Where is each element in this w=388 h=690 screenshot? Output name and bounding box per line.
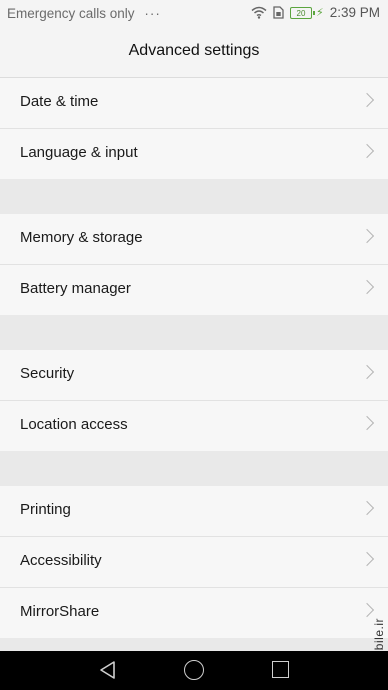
- status-bar: Emergency calls only ··· 20 ⚡ 2:39 PM: [0, 0, 388, 28]
- page-title: Advanced settings: [128, 42, 260, 59]
- chevron-right-icon: [359, 602, 375, 618]
- battery-icon: 20: [289, 6, 315, 19]
- settings-item-date-time[interactable]: Date & time: [0, 78, 388, 129]
- sim-icon: [273, 6, 284, 19]
- settings-item-label: Battery manager: [20, 280, 131, 297]
- chevron-right-icon: [359, 551, 375, 567]
- settings-item-label: Location access: [20, 416, 128, 433]
- settings-item-language-input[interactable]: Language & input: [0, 129, 388, 179]
- navigation-bar: [0, 651, 388, 690]
- settings-item-label: MirrorShare: [20, 603, 100, 620]
- settings-group-1: Date & time Language & input: [0, 78, 388, 179]
- wifi-icon: [251, 6, 267, 19]
- chevron-right-icon: [359, 92, 375, 108]
- back-icon[interactable]: [98, 660, 118, 680]
- emergency-status-text: Emergency calls only: [7, 6, 135, 21]
- chevron-right-icon: [359, 415, 375, 431]
- settings-item-accessibility[interactable]: Accessibility: [0, 537, 388, 588]
- settings-item-label: Date & time: [20, 93, 99, 110]
- chevron-right-icon: [359, 279, 375, 295]
- settings-group-3: Security Location access: [0, 350, 388, 451]
- settings-item-label: Printing: [20, 501, 71, 518]
- clock: 2:39 PM: [329, 5, 380, 20]
- settings-item-battery-manager[interactable]: Battery manager: [0, 265, 388, 315]
- settings-item-label: Memory & storage: [20, 229, 143, 246]
- settings-item-security[interactable]: Security: [0, 350, 388, 401]
- settings-item-location-access[interactable]: Location access: [0, 401, 388, 451]
- status-left: Emergency calls only ···: [7, 6, 161, 21]
- settings-item-mirrorshare[interactable]: MirrorShare: [0, 588, 388, 638]
- charging-icon: ⚡: [315, 7, 324, 19]
- settings-group-2: Memory & storage Battery manager: [0, 214, 388, 315]
- recents-icon[interactable]: [272, 661, 289, 678]
- settings-item-label: Language & input: [20, 144, 138, 161]
- home-icon[interactable]: [184, 660, 204, 680]
- settings-item-label: Security: [20, 365, 75, 382]
- chevron-right-icon: [359, 500, 375, 516]
- chevron-right-icon: [359, 228, 375, 244]
- settings-item-memory-storage[interactable]: Memory & storage: [0, 214, 388, 265]
- settings-group-4: Printing Accessibility MirrorShare: [0, 486, 388, 638]
- chevron-right-icon: [359, 143, 375, 159]
- settings-item-printing[interactable]: Printing: [0, 486, 388, 537]
- chevron-right-icon: [359, 364, 375, 380]
- settings-item-label: Accessibility: [20, 552, 102, 569]
- title-bar: Advanced settings: [0, 28, 388, 78]
- notification-dots-icon: ···: [144, 6, 161, 21]
- status-right: 20 ⚡ 2:39 PM: [251, 5, 380, 20]
